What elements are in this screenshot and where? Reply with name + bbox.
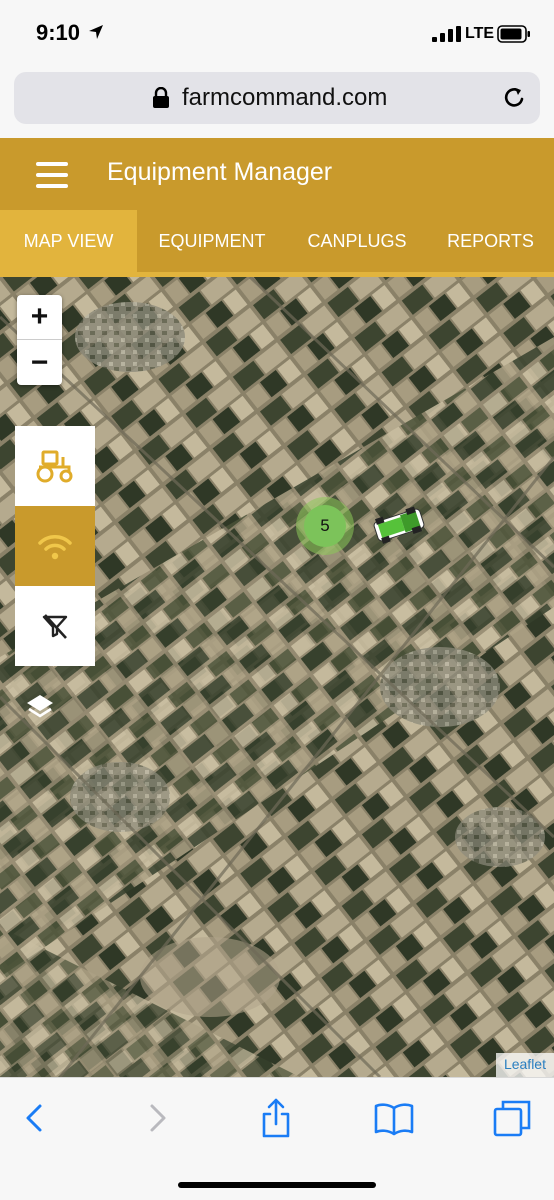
tractor-icon <box>36 450 73 483</box>
reload-icon[interactable] <box>502 85 528 111</box>
zoom-out-button[interactable]: − <box>17 340 62 385</box>
zoom-control: + − <box>17 295 62 385</box>
tabs-icon[interactable] <box>492 1098 532 1138</box>
url-text: farmcommand.com <box>182 84 388 111</box>
location-arrow-icon <box>89 25 103 39</box>
app-header: Equipment Manager <box>0 138 554 210</box>
cluster-count: 5 <box>304 505 346 547</box>
map-tool-panel <box>15 426 95 666</box>
tab-equipment[interactable]: EQUIPMENT <box>137 210 287 272</box>
share-icon[interactable] <box>256 1098 296 1138</box>
lock-icon <box>153 87 169 108</box>
signal-filter-button[interactable] <box>15 506 95 586</box>
tab-bar: MAP VIEW EQUIPMENT CANPLUGS REPORTS <box>0 210 554 272</box>
equipment-cluster-marker[interactable]: 5 <box>296 497 354 555</box>
zoom-in-button[interactable]: + <box>17 295 62 340</box>
page-title: Equipment Manager <box>107 158 333 186</box>
address-bar[interactable]: farmcommand.com <box>14 72 540 124</box>
cellular-signal-icon <box>432 26 461 42</box>
status-bar: 9:10 LTE <box>0 0 554 66</box>
layers-icon[interactable] <box>24 691 56 725</box>
tab-map-view[interactable]: MAP VIEW <box>0 210 137 272</box>
menu-icon[interactable] <box>36 162 68 188</box>
home-indicator <box>178 1182 376 1188</box>
wifi-signal-icon <box>38 535 72 560</box>
tractor-marker-icon[interactable] <box>372 505 426 545</box>
clear-filter-button[interactable] <box>15 586 95 666</box>
forward-icon[interactable] <box>136 1098 176 1138</box>
tab-reports[interactable]: REPORTS <box>427 210 554 272</box>
satellite-imagery <box>0 277 554 1077</box>
bookmarks-icon[interactable] <box>374 1098 414 1138</box>
battery-icon <box>497 25 530 43</box>
tab-canplugs[interactable]: CANPLUGS <box>287 210 427 272</box>
browser-toolbar <box>0 1077 554 1200</box>
map-view[interactable]: + − 5 Leaflet <box>0 277 554 1077</box>
back-icon[interactable] <box>18 1098 58 1138</box>
filter-off-icon <box>42 614 68 639</box>
map-attribution-link[interactable]: Leaflet <box>495 1053 554 1077</box>
equipment-filter-button[interactable] <box>15 426 95 506</box>
status-time: 9:10 <box>36 20 81 45</box>
network-type: LTE <box>465 25 495 42</box>
